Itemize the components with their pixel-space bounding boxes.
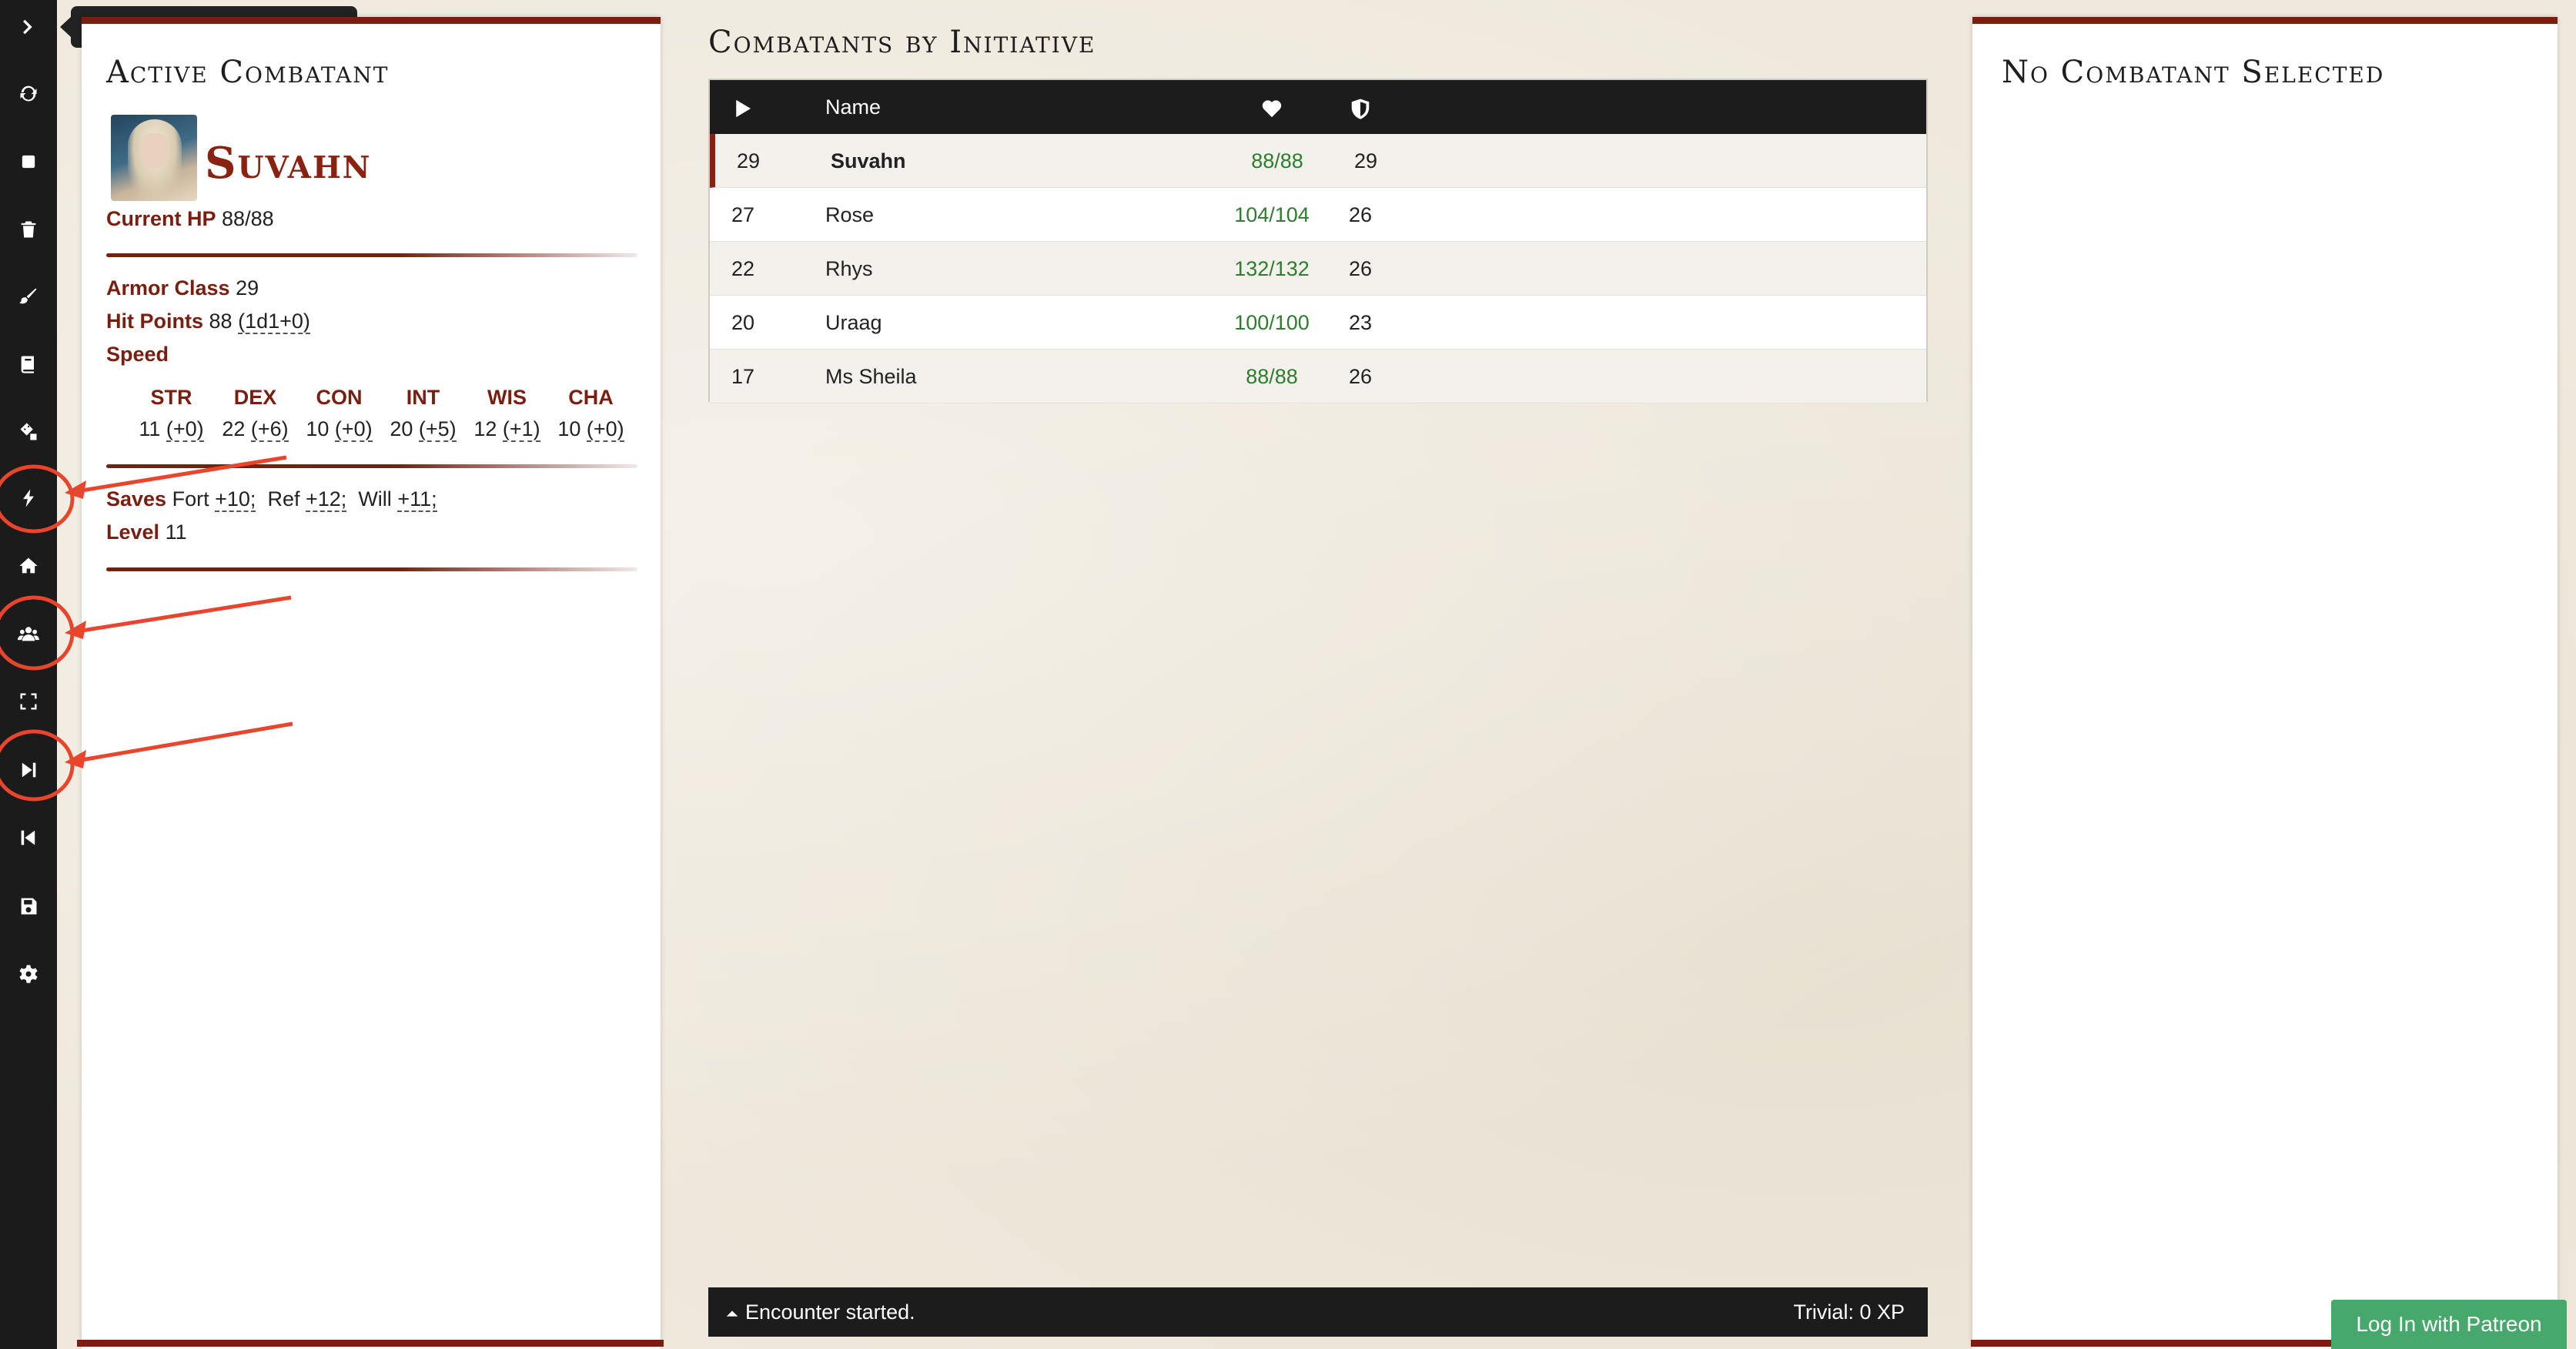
book-icon[interactable] bbox=[0, 337, 57, 391]
ability-mod-roll[interactable]: (+0) bbox=[334, 417, 373, 442]
ability-str: STR 11 (+0) bbox=[139, 386, 204, 442]
table-row[interactable]: 20 Uraag 100/100 23 bbox=[710, 296, 1926, 350]
table-row[interactable]: 22 Rhys 132/132 26 bbox=[710, 242, 1926, 296]
users-icon[interactable] bbox=[0, 607, 57, 661]
expand-icon[interactable] bbox=[0, 674, 57, 728]
table-row[interactable]: 17 Ms Sheila 88/88 26 bbox=[710, 350, 1926, 403]
encounter-status-bar[interactable]: Encounter started. Trivial: 0 XP bbox=[708, 1287, 1928, 1337]
combatant-portrait bbox=[111, 115, 197, 201]
ability-mod-roll[interactable]: (+6) bbox=[250, 417, 289, 442]
column-header-name[interactable]: Name bbox=[825, 80, 881, 134]
ability-mod-roll[interactable]: (+0) bbox=[166, 417, 204, 442]
icon-sidebar bbox=[0, 0, 57, 1349]
table-row[interactable]: 29 Suvahn 88/88 29 bbox=[710, 134, 1926, 188]
speed-row: Speed bbox=[106, 343, 169, 366]
save-icon[interactable] bbox=[0, 879, 57, 933]
current-hp-row: Current HP 88/88 bbox=[106, 207, 274, 230]
play-icon[interactable] bbox=[731, 80, 754, 134]
shield-icon[interactable] bbox=[1333, 80, 1387, 134]
ability-mod-roll[interactable]: (+1) bbox=[502, 417, 540, 442]
armor-class-row: Armor Class 29 bbox=[106, 276, 259, 300]
divider bbox=[106, 253, 637, 257]
panel-title: No Combatant Selected bbox=[2002, 55, 2385, 90]
heart-icon[interactable] bbox=[1210, 80, 1333, 134]
brush-icon[interactable] bbox=[0, 269, 57, 323]
sync-icon[interactable] bbox=[0, 66, 57, 120]
step-backward-icon[interactable] bbox=[0, 811, 57, 865]
home-icon[interactable] bbox=[0, 539, 57, 593]
initiative-table: Name 29 Suvahn 88/88 29 27 Rose 104/104 … bbox=[708, 79, 1928, 403]
panel-bottom-border bbox=[77, 1340, 664, 1347]
gear-icon[interactable] bbox=[0, 947, 57, 1001]
ability-mod-roll[interactable]: (+0) bbox=[586, 417, 624, 442]
divider bbox=[106, 464, 637, 468]
step-forward-icon[interactable] bbox=[0, 743, 57, 797]
ability-wis: WIS 12 (+1) bbox=[473, 386, 540, 442]
status-message: Encounter started. bbox=[745, 1300, 915, 1324]
patreon-login-button[interactable]: Log In with Patreon bbox=[2331, 1300, 2567, 1349]
bolt-icon[interactable] bbox=[0, 471, 57, 525]
ability-mod-roll[interactable]: (+5) bbox=[418, 417, 457, 442]
will-save-roll[interactable]: +11; bbox=[397, 487, 437, 512]
ability-dex: DEX 22 (+6) bbox=[222, 386, 289, 442]
active-combatant-panel: Active Combatant Suvahn Current HP 88/88… bbox=[82, 17, 661, 1349]
panel-title: Active Combatant bbox=[106, 55, 390, 90]
encounter-difficulty: Trivial: 0 XP bbox=[1793, 1300, 1905, 1324]
ability-cha: CHA 10 (+0) bbox=[557, 386, 624, 442]
fort-save-roll[interactable]: +10; bbox=[215, 487, 256, 512]
dice-icon[interactable] bbox=[0, 405, 57, 459]
ability-con: CON 10 (+0) bbox=[306, 386, 373, 442]
hit-points-row: Hit Points 88 (1d1+0) bbox=[106, 310, 310, 334]
chevron-right-icon[interactable] bbox=[0, 0, 57, 54]
saves-row: Saves Fort +10; Ref +12; Will +11; bbox=[106, 487, 437, 512]
ability-int: INT 20 (+5) bbox=[390, 386, 457, 442]
caret-up-icon[interactable] bbox=[724, 1287, 741, 1337]
ref-save-roll[interactable]: +12; bbox=[306, 487, 347, 512]
trash-icon[interactable] bbox=[0, 203, 57, 256]
initiative-title: Combatants by Initiative bbox=[708, 25, 1096, 60]
ability-scores: STR 11 (+0) DEX 22 (+6) CON 10 (+0) INT … bbox=[129, 386, 633, 442]
level-row: Level 11 bbox=[106, 521, 187, 544]
table-row[interactable]: 27 Rose 104/104 26 bbox=[710, 188, 1926, 242]
table-header: Name bbox=[710, 80, 1926, 134]
hit-dice-roll[interactable]: (1d1+0) bbox=[238, 310, 310, 334]
stop-icon[interactable] bbox=[0, 135, 57, 189]
combatant-name: Suvahn bbox=[205, 138, 372, 189]
divider bbox=[106, 567, 637, 571]
selected-combatant-panel: No Combatant Selected bbox=[1972, 17, 2558, 1349]
